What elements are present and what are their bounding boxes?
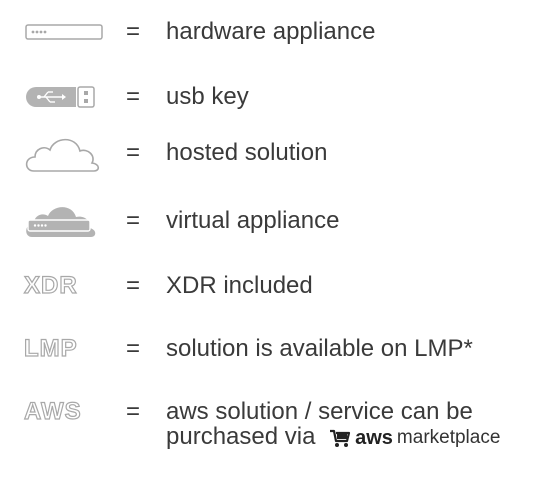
legend-label: hardware appliance xyxy=(166,18,376,45)
equals-sign: = xyxy=(126,18,141,45)
legend-row-lmp: LMP = solution is available on LMP* xyxy=(0,329,549,369)
equals-sign: = xyxy=(126,83,141,110)
equals-sign: = xyxy=(126,272,141,299)
aws-marketplace-logo: aws marketplace xyxy=(328,423,500,453)
marketplace-aws-text: aws xyxy=(355,426,393,449)
marketplace-text: marketplace xyxy=(396,426,501,448)
cloud-icon xyxy=(22,129,112,177)
legend-label: solution is available on LMP* xyxy=(166,335,473,362)
aws-badge-icon: AWS xyxy=(23,397,82,425)
legend-label: hosted solution xyxy=(166,139,328,166)
equals-sign: = xyxy=(126,335,141,362)
purchased-via-text: purchased via xyxy=(166,423,316,450)
lmp-badge-icon: LMP xyxy=(23,334,78,362)
equals-sign: = xyxy=(126,139,141,166)
legend-label-line2: purchased via aws marketplace xyxy=(166,422,500,453)
legend-row-virtual-appliance: = virtual appliance xyxy=(0,201,549,241)
equals-sign: = xyxy=(126,207,141,234)
legend-row-hardware-appliance: = hardware appliance xyxy=(0,12,549,52)
cart-icon xyxy=(330,429,351,447)
legend-row-xdr: XDR = XDR included xyxy=(0,266,549,306)
legend-label: virtual appliance xyxy=(166,207,340,234)
equals-sign: = xyxy=(126,398,141,425)
legend-row-hosted-solution: = hosted solution xyxy=(0,133,549,173)
usb-key-icon xyxy=(22,77,112,117)
legend-row-aws: AWS = aws solution / service can be purc… xyxy=(0,392,549,464)
legend-row-usb-key: = usb key xyxy=(0,77,549,117)
legend-label: usb key xyxy=(166,83,249,110)
cloud-appliance-icon xyxy=(22,197,112,245)
xdr-badge-icon: XDR xyxy=(23,271,78,299)
hardware-appliance-icon xyxy=(22,12,112,52)
legend-label: XDR included xyxy=(166,272,313,299)
